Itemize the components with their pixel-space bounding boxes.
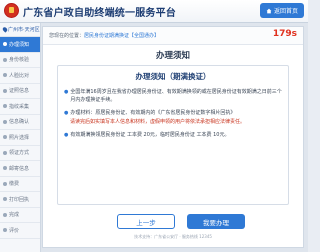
apply-button[interactable]: 我要办理 <box>187 214 245 229</box>
step-dot-icon <box>3 135 7 140</box>
bullet-icon: ● <box>64 132 69 138</box>
sidebar-item-done[interactable]: 完成 <box>0 208 40 223</box>
step-dot-icon <box>3 150 7 155</box>
step-dot-icon <box>3 104 7 109</box>
step-dot-icon <box>3 42 7 47</box>
kiosk-screen: 广东省户政自助终端统一服务平台 返回首页 广州市·天河区 办理须知 身份核验 人… <box>0 0 308 252</box>
sidebar-item-face[interactable]: 人脸比对 <box>0 68 40 84</box>
notice-title: 办理须知（期满换证） <box>135 72 211 81</box>
sidebar-item-label: 评价 <box>9 227 20 234</box>
sidebar-item-label: 人脸比对 <box>9 72 30 79</box>
location-indicator: 广州市·天河区 <box>0 23 40 37</box>
step-dot-icon <box>3 166 7 171</box>
sidebar-item-identity[interactable]: 身份核验 <box>0 53 40 68</box>
step-dot-icon <box>3 228 7 233</box>
sidebar-item-cert-info[interactable]: 证照信息 <box>0 84 40 99</box>
breadcrumb-bar: 您现在的位置：居民身份证期满换证【全国通办】 179s <box>43 27 303 45</box>
notice-box: 办理须知（期满换证） ● 全国年满16周岁且在我省办理居民身份证、有效期满换领的… <box>57 65 289 205</box>
breadcrumb-prefix: 您现在的位置： <box>49 33 85 39</box>
breadcrumb-current: 居民身份证期满换证【全国通办】 <box>84 33 160 39</box>
step-dot-icon <box>3 88 7 93</box>
police-emblem-icon <box>4 3 19 18</box>
countdown-timer: 179s <box>272 29 297 39</box>
sidebar-item-confirm[interactable]: 信息确认 <box>0 115 40 130</box>
sidebar-item-label: 缴费 <box>9 181 20 188</box>
sidebar-item-label: 办理须知 <box>9 41 30 48</box>
footer-text: 技术支持：广东省公安厅 · 服务热线 12345 <box>134 234 212 239</box>
step-dot-icon <box>3 119 7 124</box>
step-dot-icon <box>3 181 7 186</box>
main-panel: 您现在的位置：居民身份证期满换证【全国通办】 179s 办理须知 办理须知（期满… <box>42 26 304 248</box>
breadcrumb: 您现在的位置：居民身份证期满换证【全国通办】 <box>49 32 159 39</box>
app-title: 广东省户政自助终端统一服务平台 <box>23 8 176 19</box>
sidebar-item-label: 领证方式 <box>9 150 30 157</box>
sidebar-item-label: 完成 <box>9 212 20 219</box>
home-button[interactable]: 返回首页 <box>260 3 304 18</box>
prev-button[interactable]: 上一步 <box>117 214 175 229</box>
sidebar-item-rating[interactable]: 评价 <box>0 223 40 239</box>
sidebar-item-photo[interactable]: 照片选择 <box>0 130 40 146</box>
notice-paragraph: ● 办理材料：原居民身份证、有效期内的《广东省居民身份证数字相片回执》 <box>64 109 284 117</box>
sidebar-item-label: 证照信息 <box>9 88 30 95</box>
notice-paragraph-text: 有效期满换领居民身份证 工本费 20元，临时居民身份证 工本费 10元。 <box>70 132 230 138</box>
sidebar-item-receipt[interactable]: 打印回执 <box>0 192 40 208</box>
section-title: 办理须知 <box>155 51 190 61</box>
notice-paragraph: ● 全国年满16周岁且在我省办理居民身份证、有效期满换领的或在居民身份证有效期满… <box>64 88 284 104</box>
sidebar-item-pickup[interactable]: 领证方式 <box>0 146 40 161</box>
sidebar-item-label: 照片选择 <box>9 134 30 141</box>
notice-paragraph-text: 办理材料：原居民身份证、有效期内的《广东省居民身份证数字相片回执》 <box>70 110 236 116</box>
sidebar-item-label: 邮寄信息 <box>9 165 30 172</box>
sidebar-item-notice[interactable]: 办理须知 <box>0 37 40 53</box>
notice-body: ● 全国年满16周岁且在我省办理居民身份证、有效期满换领的或在居民身份证有效期满… <box>64 88 284 144</box>
sidebar-item-payment[interactable]: 缴费 <box>0 177 40 192</box>
home-icon <box>266 8 272 13</box>
notice-paragraph: ● 有效期满换领居民身份证 工本费 20元，临时居民身份证 工本费 10元。 <box>64 131 284 139</box>
app-header: 广东省户政自助终端统一服务平台 返回首页 <box>0 0 308 23</box>
bullet-icon: ● <box>64 110 69 116</box>
sidebar-item-label: 打印回执 <box>9 196 30 203</box>
notice-warning: 请读完后如实填写本人信息和材料，虚假申领的用户将依法承担相应法律责任。 <box>70 119 246 125</box>
location-label: 广州市·天河区 <box>8 27 40 33</box>
step-dot-icon <box>3 197 7 202</box>
notice-paragraph-text: 全国年满16周岁且在我省办理居民身份证、有效期满换领的或在居民身份证有效期满之日… <box>70 89 282 103</box>
step-dot-icon <box>3 57 7 62</box>
sidebar-item-label: 信息确认 <box>9 119 30 126</box>
sidebar-item-mail[interactable]: 邮寄信息 <box>0 161 40 177</box>
sidebar: 广州市·天河区 办理须知 身份核验 人脸比对 证照信息 指纹采集 信息确认 照片… <box>0 23 41 252</box>
sidebar-item-label: 指纹采集 <box>9 103 30 110</box>
bullet-icon: ● <box>64 89 69 95</box>
sidebar-item-label: 身份核验 <box>9 57 30 64</box>
home-button-label: 返回首页 <box>273 8 298 15</box>
sidebar-item-fingerprint[interactable]: 指纹采集 <box>0 99 40 115</box>
step-dot-icon <box>3 212 7 217</box>
step-dot-icon <box>3 73 7 78</box>
